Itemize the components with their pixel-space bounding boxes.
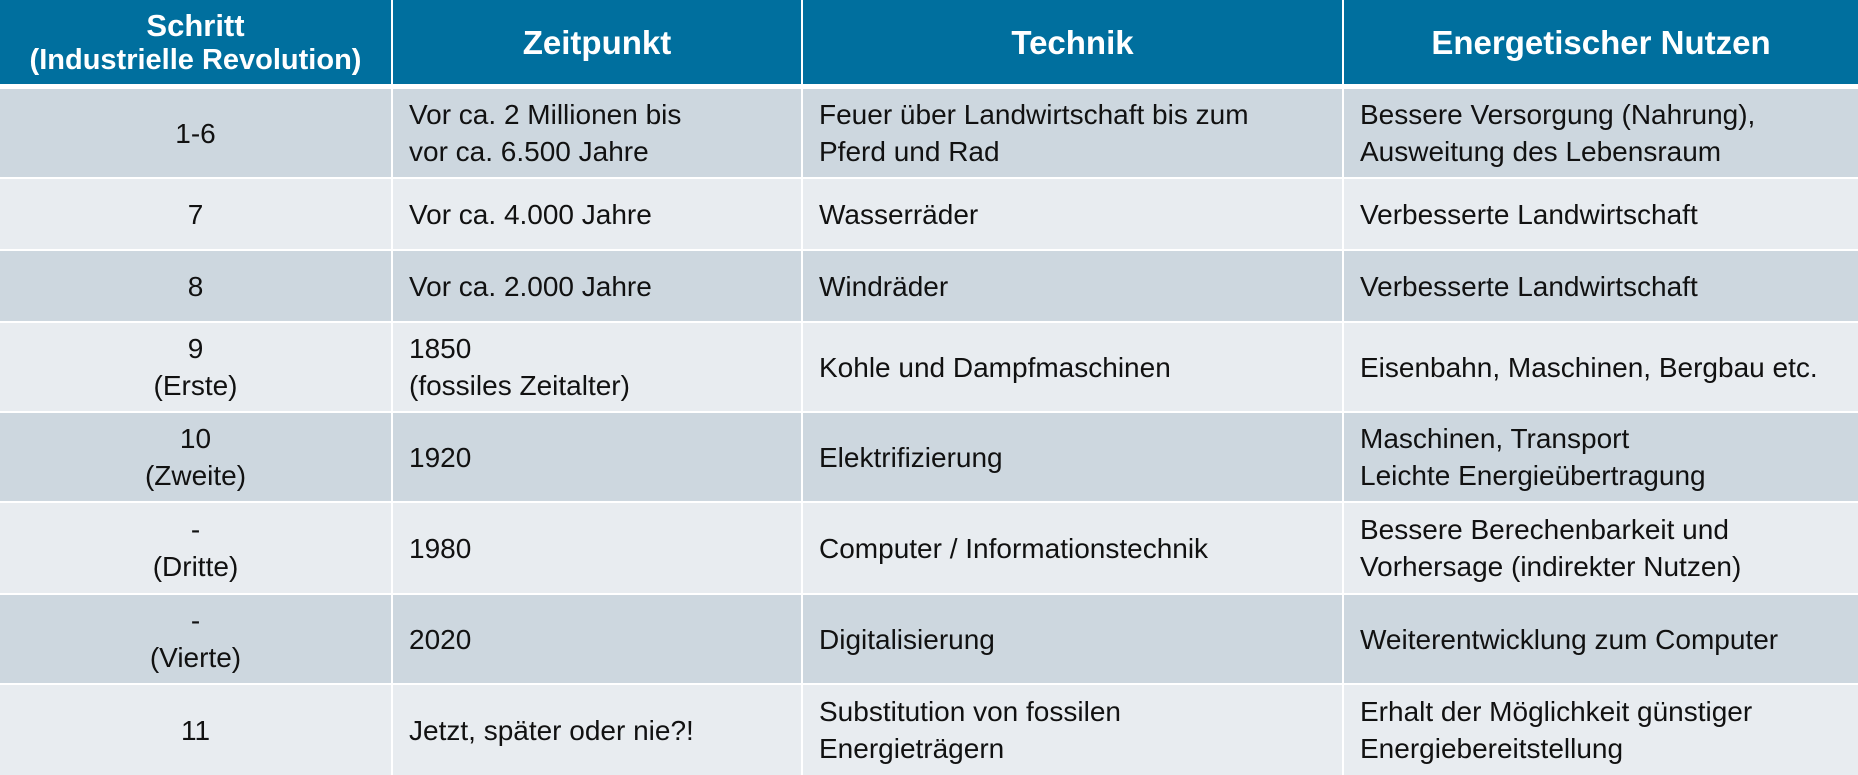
cell-technique-line: Feuer über Landwirtschaft bis zum <box>819 99 1249 130</box>
cell-technique: Computer / Informationstechnik <box>803 503 1344 595</box>
cell-benefit: Weiterentwicklung zum Computer <box>1344 595 1858 685</box>
cell-time-line: Vor ca. 2 Millionen bis <box>409 99 682 130</box>
header-step-title: Schritt <box>146 8 245 43</box>
cell-time: Vor ca. 2.000 Jahre <box>393 251 803 323</box>
cell-step-line: 1-6 <box>175 117 216 149</box>
cell-benefit: Verbesserte Landwirtschaft <box>1344 251 1858 323</box>
cell-technique-line: Kohle und Dampfmaschinen <box>819 351 1171 383</box>
header-row: Schritt (Industrielle Revolution) Zeitpu… <box>0 0 1858 89</box>
cell-technique-line: Windräder <box>819 270 949 302</box>
table-row: - (Dritte) 1980 Computer / Informationstech… <box>0 503 1858 595</box>
cell-time-line: Vor ca. 4.000 Jahre <box>409 198 652 230</box>
cell-benefit-line: Ausweitung des Lebensraum <box>1360 136 1722 167</box>
cell-time-line: Vor ca. 2.000 Jahre <box>409 270 652 302</box>
header-benefit: Energetischer Nutzen <box>1344 0 1858 89</box>
cell-benefit-line: Leichte Energieübertragung <box>1360 460 1706 491</box>
cell-technique-line: Wasserräder <box>819 198 979 230</box>
cell-time: Jetzt, später oder nie?! <box>393 685 803 775</box>
cell-benefit: Bessere Versorgung (Nahrung), Ausweitung … <box>1344 89 1858 179</box>
cell-step-line: - <box>190 514 201 545</box>
cell-step: - (Vierte) <box>0 595 393 685</box>
cell-step-line: 9 <box>187 333 204 364</box>
cell-technique-line: Substitution von fossilen <box>819 696 1121 727</box>
cell-technique-line: Pferd und Rad <box>819 136 1000 167</box>
cell-step-line: (Vierte) <box>149 642 242 673</box>
cell-technique: Wasserräder <box>803 179 1344 251</box>
cell-step: 10 (Zweite) <box>0 413 393 503</box>
table-row: 8 Vor ca. 2.000 Jahre Windräder Verbesserte… <box>0 251 1858 323</box>
cell-time: 1920 <box>393 413 803 503</box>
cell-step-line: 11 <box>180 714 211 746</box>
cell-benefit-line: Weiterentwicklung zum Computer <box>1360 623 1779 655</box>
cell-benefit-line: Eisenbahn, Maschinen, Bergbau etc. <box>1360 351 1818 383</box>
header-step-subtitle: (Industrielle Revolution) <box>29 44 362 76</box>
cell-step-line: (Erste) <box>153 370 238 401</box>
cell-technique: Elektrifizierung <box>803 413 1344 503</box>
cell-time-line: 1980 <box>409 532 472 564</box>
table-row: 9 (Erste) 1850 (fossiles Zeitalter) Kohle un… <box>0 323 1858 413</box>
cell-technique: Substitution von fossilen Energieträgern <box>803 685 1344 775</box>
table-header: Schritt (Industrielle Revolution) Zeitpu… <box>0 0 1858 89</box>
cell-time-line: (fossiles Zeitalter) <box>409 370 630 401</box>
industrial-revolution-table: Schritt (Industrielle Revolution) Zeitpu… <box>0 0 1858 775</box>
cell-step-line: 8 <box>187 270 204 302</box>
cell-time-line: vor ca. 6.500 Jahre <box>409 136 649 167</box>
cell-benefit: Erhalt der Möglichkeit günstiger Energieb… <box>1344 685 1858 775</box>
cell-benefit-line: Energiebereitstellung <box>1360 733 1624 764</box>
cell-technique-line: Energieträgern <box>819 733 1005 764</box>
cell-benefit: Bessere Berechenbarkeit und Vorhersage (i… <box>1344 503 1858 595</box>
cell-technique: Feuer über Landwirtschaft bis zum Pferd u… <box>803 89 1344 179</box>
cell-time: 1850 (fossiles Zeitalter) <box>393 323 803 413</box>
cell-technique-line: Computer / Informationstechnik <box>819 532 1209 564</box>
cell-time: Vor ca. 2 Millionen bis vor ca. 6.500 Jah… <box>393 89 803 179</box>
cell-benefit: Verbesserte Landwirtschaft <box>1344 179 1858 251</box>
cell-benefit-line: Bessere Versorgung (Nahrung), <box>1360 99 1756 130</box>
cell-technique: Kohle und Dampfmaschinen <box>803 323 1344 413</box>
table-row: 1-6 Vor ca. 2 Millionen bis vor ca. 6.500 … <box>0 89 1858 179</box>
cell-time-line: 2020 <box>409 623 472 655</box>
slide-page: Schritt (Industrielle Revolution) Zeitpu… <box>0 0 1858 775</box>
cell-benefit-line: Bessere Berechenbarkeit und <box>1360 514 1729 545</box>
cell-benefit-line: Erhalt der Möglichkeit günstiger <box>1360 696 1753 727</box>
cell-time: Vor ca. 4.000 Jahre <box>393 179 803 251</box>
cell-time: 1980 <box>393 503 803 595</box>
cell-time-line: 1920 <box>409 441 472 473</box>
cell-step-line: - <box>190 605 201 636</box>
cell-benefit-line: Verbesserte Landwirtschaft <box>1360 198 1698 230</box>
header-technique: Technik <box>803 0 1344 89</box>
cell-step-line: (Dritte) <box>152 551 239 582</box>
cell-step: 8 <box>0 251 393 323</box>
cell-step-line: 10 <box>179 423 212 454</box>
table-row: - (Vierte) 2020 Digitalisierung Weiterentwic… <box>0 595 1858 685</box>
header-time: Zeitpunkt <box>393 0 803 89</box>
header-step: Schritt (Industrielle Revolution) <box>0 0 393 89</box>
cell-step: - (Dritte) <box>0 503 393 595</box>
cell-benefit: Eisenbahn, Maschinen, Bergbau etc. <box>1344 323 1858 413</box>
cell-time-line: 1850 <box>409 333 472 364</box>
table-row: 10 (Zweite) 1920 Elektrifizierung Maschinen,… <box>0 413 1858 503</box>
cell-benefit-line: Verbesserte Landwirtschaft <box>1360 270 1698 302</box>
cell-time-line: Jetzt, später oder nie?! <box>409 714 694 746</box>
cell-step-line: (Zweite) <box>144 460 247 491</box>
cell-technique: Windräder <box>803 251 1344 323</box>
cell-technique-line: Elektrifizierung <box>819 441 1003 473</box>
cell-step: 7 <box>0 179 393 251</box>
cell-step-line: 7 <box>187 198 204 230</box>
table-body: 1-6 Vor ca. 2 Millionen bis vor ca. 6.500 … <box>0 89 1858 775</box>
cell-step: 9 (Erste) <box>0 323 393 413</box>
cell-benefit-line: Maschinen, Transport <box>1360 423 1630 454</box>
cell-technique: Digitalisierung <box>803 595 1344 685</box>
table-row: 11 Jetzt, später oder nie?! Substitution v… <box>0 685 1858 775</box>
cell-benefit-line: Vorhersage (indirekter Nutzen) <box>1360 551 1742 582</box>
cell-time: 2020 <box>393 595 803 685</box>
cell-technique-line: Digitalisierung <box>819 623 995 655</box>
cell-step: 11 <box>0 685 393 775</box>
cell-step: 1-6 <box>0 89 393 179</box>
cell-benefit: Maschinen, Transport Leichte Energieübert… <box>1344 413 1858 503</box>
table-row: 7 Vor ca. 4.000 Jahre Wasserräder Verbesser… <box>0 179 1858 251</box>
